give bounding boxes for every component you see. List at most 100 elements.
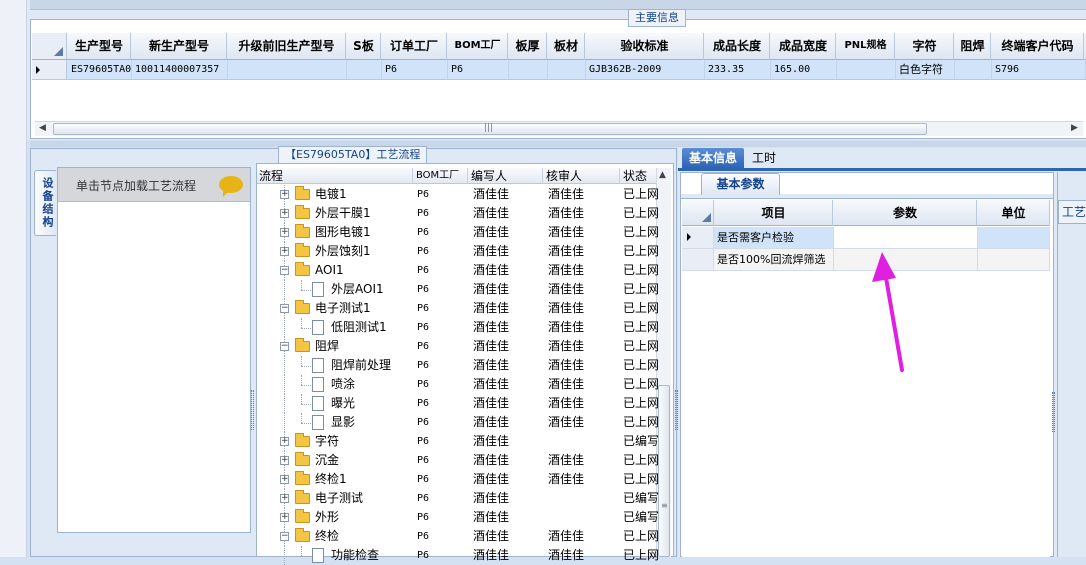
cell-param[interactable] [834, 227, 978, 248]
cell-reviewer[interactable]: 酒佳佳 [548, 546, 620, 565]
cell-status[interactable]: 已编写 [623, 508, 659, 527]
cell-bom-factory[interactable]: P6 [417, 375, 469, 394]
cell-status[interactable]: 已上网 [623, 546, 659, 565]
cell-writer[interactable]: 酒佳佳 [473, 527, 543, 546]
cell-writer[interactable]: 酒佳佳 [473, 356, 543, 375]
cell-standard[interactable]: GJB362B-2009 [586, 60, 705, 79]
col-header-writer[interactable]: 编写人 [469, 168, 543, 184]
cell-flow-name[interactable]: 曝光 [331, 394, 413, 413]
process-row[interactable]: 显影 P6 酒佳佳 酒佳佳 已上网 [257, 413, 660, 432]
cell-writer[interactable]: 酒佳佳 [473, 261, 543, 280]
cell-item[interactable]: 是否需客户检验 [715, 227, 834, 248]
col-header-width[interactable]: 成品宽度 [771, 33, 836, 60]
tab-basic-info[interactable]: 基本信息 [682, 148, 744, 168]
horizontal-splitter[interactable] [30, 141, 1086, 147]
expand-icon[interactable]: + [280, 209, 289, 218]
row-indicator[interactable] [682, 227, 714, 248]
process-row[interactable]: − 阻焊 P6 酒佳佳 酒佳佳 已上网 [257, 337, 660, 356]
cell-order-factory[interactable]: P6 [382, 60, 448, 79]
cell-writer[interactable]: 酒佳佳 [473, 280, 543, 299]
collapse-icon[interactable]: − [280, 532, 289, 541]
process-row[interactable]: + 终检1 P6 酒佳佳 酒佳佳 已上网 [257, 470, 660, 489]
cell-writer[interactable]: 酒佳佳 [473, 394, 543, 413]
cell-writer[interactable]: 酒佳佳 [473, 470, 543, 489]
col-header-material[interactable]: 板材 [548, 33, 585, 60]
cell-reviewer[interactable]: 酒佳佳 [548, 527, 620, 546]
process-row[interactable]: + 外层蚀刻1 P6 酒佳佳 酒佳佳 已上网 [257, 242, 660, 261]
cell-bom-factory[interactable]: P6 [417, 546, 469, 565]
cell-bom-factory[interactable]: P6 [417, 337, 469, 356]
cell-bom-factory[interactable]: P6 [417, 185, 469, 204]
cell-bom-factory[interactable]: P6 [417, 223, 469, 242]
process-row[interactable]: + 电镀1 P6 酒佳佳 酒佳佳 已上网 [257, 185, 660, 204]
cell-bom-factory[interactable]: P6 [417, 470, 469, 489]
expand-icon[interactable]: + [280, 190, 289, 199]
cell-reviewer[interactable]: 酒佳佳 [548, 318, 620, 337]
cell-old-model[interactable] [228, 60, 347, 79]
col-header-param[interactable]: 参数 [834, 200, 977, 226]
row-indicator[interactable] [682, 249, 714, 270]
cell-bom-factory[interactable]: P6 [417, 280, 469, 299]
cell-status[interactable]: 已上网 [623, 394, 659, 413]
scroll-right-icon[interactable]: ▶ [1071, 123, 1078, 133]
cell-bom-factory[interactable]: P6 [417, 508, 469, 527]
cell-material[interactable] [548, 60, 586, 79]
cell-bom-factory[interactable]: P6 [448, 60, 509, 79]
process-row[interactable]: + 外形 P6 酒佳佳 已编写 [257, 508, 660, 527]
cell-writer[interactable]: 酒佳佳 [473, 546, 543, 565]
cell-flow-name[interactable]: 阻焊 [315, 337, 413, 356]
collapse-icon[interactable]: − [280, 342, 289, 351]
cell-reviewer[interactable]: 酒佳佳 [548, 470, 620, 489]
col-header-flow[interactable]: 流程 [257, 168, 413, 184]
cell-s-board[interactable] [347, 60, 382, 79]
col-header-unit[interactable]: 单位 [978, 200, 1050, 226]
col-header-status[interactable]: 状态 [621, 168, 660, 184]
cell-writer[interactable]: 酒佳佳 [473, 508, 543, 527]
expand-icon[interactable]: + [280, 437, 289, 446]
cell-flow-name[interactable]: 图形电镀1 [315, 223, 413, 242]
cell-bom-factory[interactable]: P6 [417, 451, 469, 470]
cell-flow-name[interactable]: 功能检查 [331, 546, 413, 565]
tab-basic-params[interactable]: 基本参数 [701, 173, 780, 195]
process-row[interactable]: + 外层干膜1 P6 酒佳佳 酒佳佳 已上网 [257, 204, 660, 223]
cell-flow-name[interactable]: 终检 [315, 527, 413, 546]
process-row[interactable]: + 字符 P6 酒佳佳 已编写 [257, 432, 660, 451]
cell-thickness[interactable] [509, 60, 548, 79]
col-header-item[interactable]: 项目 [715, 200, 833, 226]
tab-work-hours[interactable]: 工时 [752, 148, 776, 168]
cell-writer[interactable]: 酒佳佳 [473, 185, 543, 204]
horizontal-scroll-thumb[interactable]: ||| [53, 123, 927, 135]
process-row[interactable]: 外层AOI1 P6 酒佳佳 酒佳佳 已上网 [257, 280, 660, 299]
cell-reviewer[interactable]: 酒佳佳 [548, 413, 620, 432]
cell-unit[interactable] [978, 227, 1050, 248]
cell-flow-name[interactable]: AOI1 [315, 261, 413, 280]
cell-flow-name[interactable]: 显影 [331, 413, 413, 432]
process-row[interactable]: 阻焊前处理 P6 酒佳佳 酒佳佳 已上网 [257, 356, 660, 375]
cell-status[interactable]: 已上网 [623, 413, 659, 432]
scroll-up-icon[interactable]: ▲ [659, 170, 666, 180]
expand-icon[interactable]: + [280, 513, 289, 522]
cell-flow-name[interactable]: 终检1 [315, 470, 413, 489]
cell-writer[interactable]: 酒佳佳 [473, 318, 543, 337]
cell-bom-factory[interactable]: P6 [417, 356, 469, 375]
process-row[interactable]: − 终检 P6 酒佳佳 酒佳佳 已上网 [257, 527, 660, 546]
splitter-grip[interactable] [1052, 392, 1055, 432]
cell-flow-name[interactable]: 外层蚀刻1 [315, 242, 413, 261]
col-header-standard[interactable]: 验收标准 [586, 33, 704, 60]
cell-bom-factory[interactable]: P6 [417, 489, 469, 508]
col-header-model[interactable]: 生产型号 [68, 33, 131, 60]
cell-writer[interactable]: 酒佳佳 [473, 432, 543, 451]
col-header-bom-factory[interactable]: BOM工厂 [448, 33, 508, 60]
tab-craft[interactable]: 工艺 [1058, 200, 1086, 224]
cell-flow-name[interactable]: 外层AOI1 [331, 280, 413, 299]
cell-flow-name[interactable]: 喷涂 [331, 375, 413, 394]
process-row[interactable]: − AOI1 P6 酒佳佳 酒佳佳 已上网 [257, 261, 660, 280]
cell-reviewer[interactable]: 酒佳佳 [548, 280, 620, 299]
col-header-thickness[interactable]: 板厚 [509, 33, 547, 60]
cell-model[interactable]: ES79605TA0 [68, 60, 132, 79]
cell-reviewer[interactable]: 酒佳佳 [548, 451, 620, 470]
cell-flow-name[interactable]: 阻焊前处理 [331, 356, 413, 375]
cell-solder-mask[interactable] [955, 60, 992, 79]
comment-bubble-icon[interactable] [219, 176, 243, 197]
col-header-new-model[interactable]: 新生产型号 [132, 33, 227, 60]
